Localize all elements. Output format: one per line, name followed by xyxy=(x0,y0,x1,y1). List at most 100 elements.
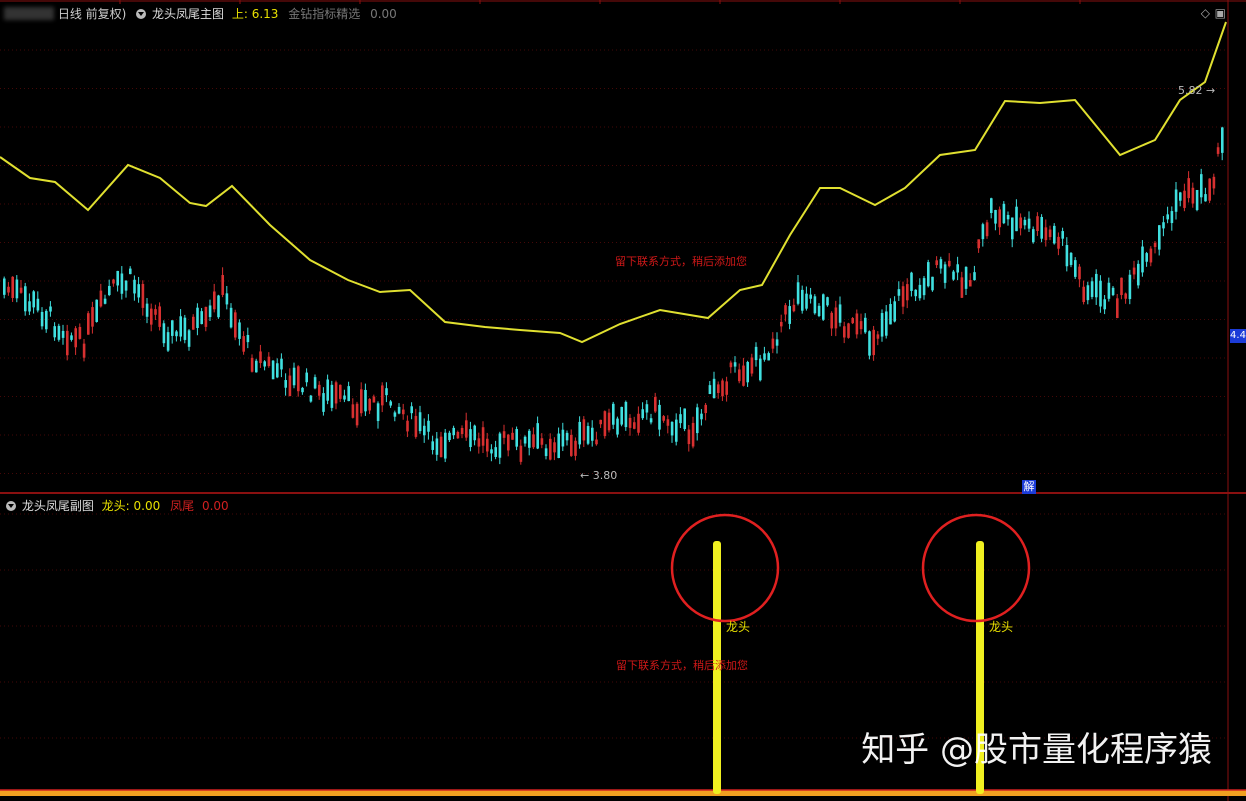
candle-body xyxy=(15,279,19,299)
candle-body xyxy=(641,409,644,419)
candle-body xyxy=(103,298,107,304)
candle-body xyxy=(410,406,413,414)
candle-body xyxy=(620,406,623,425)
candle-body xyxy=(981,224,985,240)
candle-body xyxy=(292,367,296,386)
candle-body xyxy=(662,416,665,421)
candle-body xyxy=(738,369,741,382)
candle-body xyxy=(1204,194,1207,202)
candle-body xyxy=(565,432,569,441)
candle-body xyxy=(843,326,846,338)
candle-body xyxy=(582,419,586,441)
candle-body xyxy=(859,321,863,330)
candle-body xyxy=(1208,178,1211,201)
candle-body xyxy=(330,384,334,408)
candle-body xyxy=(511,432,514,440)
candle-body xyxy=(628,417,632,428)
candle-body xyxy=(1174,189,1178,212)
candle-body xyxy=(192,316,195,330)
sub-indicator-dropdown-icon[interactable] xyxy=(6,500,16,511)
candle-body xyxy=(561,429,565,447)
candle-body xyxy=(910,272,913,291)
candle-body xyxy=(112,279,115,284)
candle-body xyxy=(796,282,800,304)
candle-body xyxy=(918,284,922,299)
period-label: 日线 前复权) xyxy=(57,6,127,21)
candle-body xyxy=(973,272,976,281)
candle-body xyxy=(943,264,947,283)
candle-body xyxy=(82,343,86,358)
indicator-dropdown-icon[interactable] xyxy=(136,8,147,19)
main-indicator-name[interactable]: 龙头凤尾主图 xyxy=(152,5,224,23)
candle-body xyxy=(418,412,422,432)
candle-body xyxy=(683,408,686,430)
candle-body xyxy=(423,425,426,436)
candle-body xyxy=(414,415,418,437)
contact-note-main: 留下联系方式，稍后添加您 xyxy=(615,255,747,268)
candle-body xyxy=(855,313,859,335)
main-chart-panel[interactable]: 日线 前复权) 龙头凤尾主图 上: 6.13 金钻指标精选 0.00 ◇ ▣ 留… xyxy=(0,0,1246,494)
jie-badge[interactable]: 解 xyxy=(1022,480,1036,494)
candle-body xyxy=(775,339,779,346)
candle-body xyxy=(1179,192,1182,201)
candle-body xyxy=(133,279,136,294)
candle-body xyxy=(998,209,1001,228)
candle-body xyxy=(876,334,880,339)
candle-body xyxy=(570,434,573,456)
candle-body xyxy=(1095,273,1098,298)
candle-body xyxy=(7,286,10,293)
candle-body xyxy=(381,385,384,406)
main-chart-canvas[interactable] xyxy=(0,0,1246,494)
candle-body xyxy=(276,363,279,378)
candle-body xyxy=(234,312,237,338)
secondary-value: 0.00 xyxy=(370,6,397,21)
candle-body xyxy=(376,403,380,422)
candle-body xyxy=(137,284,140,298)
candle-body xyxy=(1002,203,1006,224)
candle-body xyxy=(948,260,951,267)
candle-body xyxy=(607,412,611,431)
window-icon[interactable]: ▣ xyxy=(1215,6,1226,20)
sub-chart-panel[interactable]: 龙头凤尾副图 龙头: 0.00 凤尾 0.00 龙头 龙头 留下联系方式，稍后添… xyxy=(0,494,1246,801)
candle-body xyxy=(502,431,506,438)
candle-body xyxy=(45,310,48,330)
candle-body xyxy=(1153,242,1157,248)
candle-body xyxy=(603,411,607,437)
candle-body xyxy=(553,442,556,453)
candle-body xyxy=(666,419,670,426)
candle-body xyxy=(515,429,518,447)
low-price-value: 3.80 xyxy=(592,469,618,482)
candle-body xyxy=(1137,263,1140,286)
candle-body xyxy=(465,420,468,438)
candle-body xyxy=(11,276,14,298)
candle-body xyxy=(624,401,628,428)
candle-body xyxy=(754,346,758,361)
candle-body xyxy=(544,448,548,457)
candle-body xyxy=(801,289,804,311)
candle-body xyxy=(721,380,724,397)
candle-body xyxy=(61,330,65,338)
ma-line xyxy=(0,21,1227,344)
sub-indicator-name[interactable]: 龙头凤尾副图 xyxy=(22,497,94,515)
candle-body xyxy=(1065,245,1069,267)
candle-body xyxy=(1086,285,1090,301)
candle-body xyxy=(486,438,489,452)
candle-body xyxy=(179,316,182,337)
low-price-label: ← 3.80 xyxy=(580,469,618,482)
candle-body xyxy=(158,306,161,327)
candle-body xyxy=(763,353,766,360)
candle-body xyxy=(977,239,980,249)
candle-body xyxy=(578,421,581,445)
candle-body xyxy=(78,326,82,339)
candle-body xyxy=(935,260,938,266)
candle-body xyxy=(675,419,678,442)
candle-body xyxy=(872,329,875,356)
candle-body xyxy=(393,412,397,417)
candle-body xyxy=(1216,147,1220,154)
candle-body xyxy=(360,389,363,414)
diamond-icon[interactable]: ◇ xyxy=(1201,6,1210,20)
candle-body xyxy=(108,285,111,296)
candle-body xyxy=(435,438,439,455)
candle-body xyxy=(687,429,691,445)
candle-body xyxy=(66,330,69,356)
